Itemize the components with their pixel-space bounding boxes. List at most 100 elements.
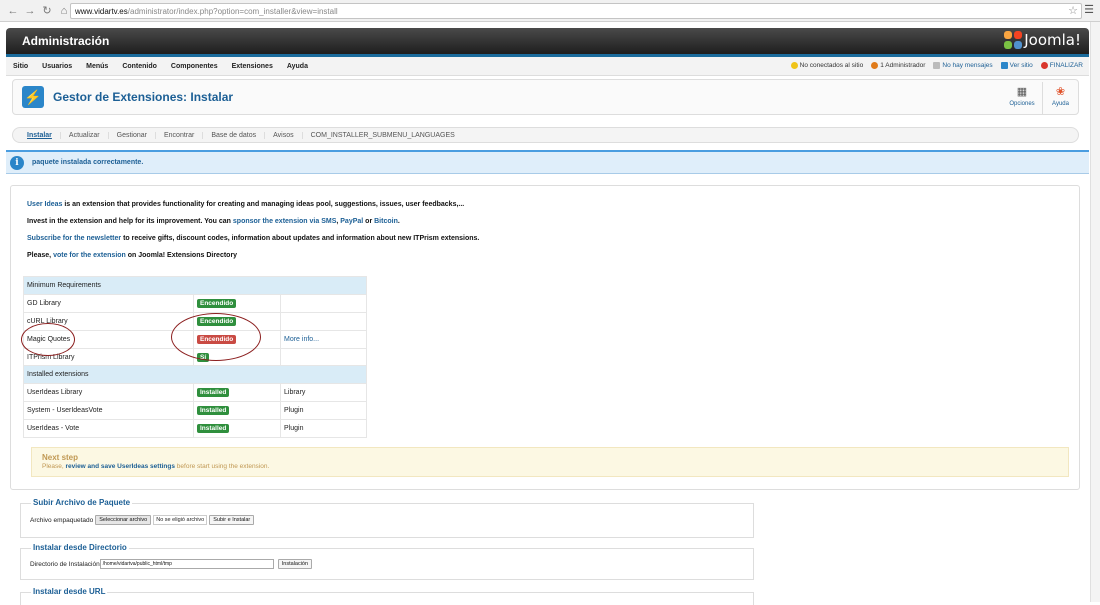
more-info-link[interactable]: More info...: [284, 336, 319, 343]
help-label: Ayuda: [1052, 101, 1069, 107]
offline-status: No conectados al sitio: [790, 62, 863, 69]
ext-type: Plugin: [280, 401, 367, 421]
status-badge: Installed: [197, 424, 230, 434]
options-button[interactable]: ▦ Opciones: [1004, 82, 1040, 114]
page-title: Gestor de Extensiones: Instalar: [53, 90, 234, 104]
tab-languages[interactable]: COM_INSTALLER_SUBMENU_LANGUAGES: [303, 132, 463, 139]
req-info: [280, 347, 367, 367]
intro-line-4: Please, vote for the extension on Joomla…: [27, 252, 237, 259]
url-host: www.vidartv.es: [75, 6, 128, 16]
choose-file-button[interactable]: Seleccionar archivo: [95, 515, 152, 525]
tab-actualizar[interactable]: Actualizar: [61, 131, 109, 139]
success-message: i paquete instalada correctamente.: [6, 150, 1089, 174]
submenu-tabs: Instalar Actualizar Gestionar Encontrar …: [12, 127, 1079, 143]
reload-icon[interactable]: ↻: [40, 4, 54, 18]
upload-package-fieldset: Subir Archivo de Paquete Archivo empaque…: [20, 498, 754, 538]
separator: or: [363, 218, 375, 225]
user-icon: [871, 62, 879, 69]
options-icon: ▦: [1016, 86, 1028, 98]
vote-link[interactable]: vote for the extension: [53, 252, 126, 259]
browser-menu-icon[interactable]: ☰: [1084, 3, 1094, 16]
logout-link[interactable]: FINALIZAR: [1040, 62, 1083, 69]
options-label: Opciones: [1009, 101, 1035, 107]
directory-legend: Instalar desde Directorio: [31, 543, 129, 552]
menu-item-sitio[interactable]: Sitio: [6, 63, 35, 70]
joomla-logo-text: Joomla!: [1024, 31, 1081, 49]
ext-type: Plugin: [280, 419, 367, 439]
menu-item-usuarios[interactable]: Usuarios: [35, 63, 79, 70]
table-row: UserIdeas - Vote Installed Plugin: [23, 419, 367, 439]
back-icon[interactable]: ←: [6, 4, 20, 18]
upload-install-button[interactable]: Subir e Instalar: [209, 515, 255, 525]
table-row: GD Library Encendido: [23, 293, 367, 313]
status-badge: Installed: [197, 388, 230, 398]
forward-icon[interactable]: →: [23, 4, 37, 18]
userideas-link[interactable]: User Ideas: [27, 201, 62, 208]
paypal-link[interactable]: PayPal: [340, 218, 363, 225]
joomla-mark-icon: [1004, 31, 1023, 49]
next-step-box: Next step Please, review and save UserId…: [31, 447, 1069, 477]
lightning-icon: ⚡: [22, 86, 44, 108]
menu-item-menus[interactable]: Menús: [79, 63, 115, 70]
help-button[interactable]: ❀ Ayuda: [1042, 82, 1078, 114]
tab-base-de-datos[interactable]: Base de datos: [203, 131, 266, 139]
power-icon: [1040, 62, 1048, 69]
intro-line-3: Subscribe for the newsletter to receive …: [27, 235, 479, 242]
admin-header: Administración Joomla!: [6, 28, 1089, 54]
tab-encontrar[interactable]: Encontrar: [156, 131, 204, 139]
separator: .: [397, 218, 400, 225]
users-icon: [790, 62, 798, 69]
table-row: UserIdeas Library Installed Library: [23, 383, 367, 403]
bookmark-star-icon[interactable]: ☆: [1068, 4, 1078, 17]
req-info: [280, 293, 367, 313]
tab-instalar[interactable]: Instalar: [19, 131, 61, 139]
main-menu: Sitio Usuarios Menús Contenido Component…: [6, 54, 1089, 76]
sponsor-link[interactable]: sponsor the extension via SMS: [233, 218, 336, 225]
next-step-pre: Please,: [42, 463, 66, 470]
url-legend: Instalar desde URL: [31, 587, 108, 596]
annotation-circle-badge: [171, 313, 261, 361]
address-bar[interactable]: www.vidartv.es/administrator/index.php?o…: [70, 3, 1082, 19]
install-directory-fieldset: Instalar desde Directorio Directorio de …: [20, 543, 754, 580]
next-step-title: Next step: [42, 453, 79, 462]
req-info: [280, 311, 367, 331]
title-toolbar: ⚡ Gestor de Extensiones: Instalar ▦ Opci…: [12, 79, 1079, 115]
annotation-circle-label: [21, 323, 75, 356]
browser-toolbar: ← → ↻ ⌂ www.vidartv.es/administrator/ind…: [0, 0, 1100, 22]
joomla-logo: Joomla!: [1004, 31, 1081, 49]
settings-link[interactable]: review and save UserIdeas settings: [66, 463, 175, 470]
tab-gestionar[interactable]: Gestionar: [109, 131, 156, 139]
mail-icon: [933, 62, 941, 69]
directory-label: Directorio de Instalación: [30, 560, 100, 568]
menu-item-ayuda[interactable]: Ayuda: [280, 63, 315, 70]
intro-text-4b: on Joomla! Extensions Directory: [125, 252, 238, 259]
tab-avisos[interactable]: Avisos: [265, 131, 303, 139]
extension-info-panel: User Ideas is an extension that provides…: [10, 185, 1080, 490]
upload-legend: Subir Archivo de Paquete: [31, 498, 133, 507]
ext-name: UserIdeas Library: [23, 383, 194, 403]
view-site-link[interactable]: Ver sitio: [1000, 62, 1033, 69]
status-badge: Encendido: [197, 298, 237, 308]
menu-item-componentes[interactable]: Componentes: [164, 63, 225, 70]
admin-title: Administración: [22, 34, 110, 48]
home-icon[interactable]: ⌂: [57, 4, 71, 18]
url-path: /administrator/index.php?option=com_inst…: [127, 6, 338, 16]
directory-input[interactable]: /home/vidartva/public_html/tmp: [99, 559, 274, 569]
monitor-icon: [1000, 62, 1008, 69]
scrollbar[interactable]: [1090, 22, 1100, 602]
newsletter-link[interactable]: Subscribe for the newsletter: [27, 235, 121, 242]
ext-type: Library: [280, 383, 367, 403]
bitcoin-link[interactable]: Bitcoin: [374, 218, 398, 225]
intro-text-2: Invest in the extension and help for its…: [27, 218, 233, 225]
help-lifebuoy-icon: ❀: [1055, 86, 1066, 98]
status-badge: Installed: [197, 406, 230, 416]
messages-status[interactable]: No hay mensajes: [933, 62, 993, 69]
menu-item-contenido[interactable]: Contenido: [115, 63, 164, 70]
info-icon: i: [10, 155, 24, 170]
table-row: System - UserIdeasVote Installed Plugin: [23, 401, 367, 421]
menu-item-extensiones[interactable]: Extensiones: [225, 63, 280, 70]
directory-install-button[interactable]: Instalación: [277, 559, 313, 569]
intro-text-3: to receive gifts, discount codes, inform…: [121, 235, 480, 242]
no-file-text: No se eligió archivo: [153, 515, 208, 525]
ext-name: System - UserIdeasVote: [23, 401, 194, 421]
